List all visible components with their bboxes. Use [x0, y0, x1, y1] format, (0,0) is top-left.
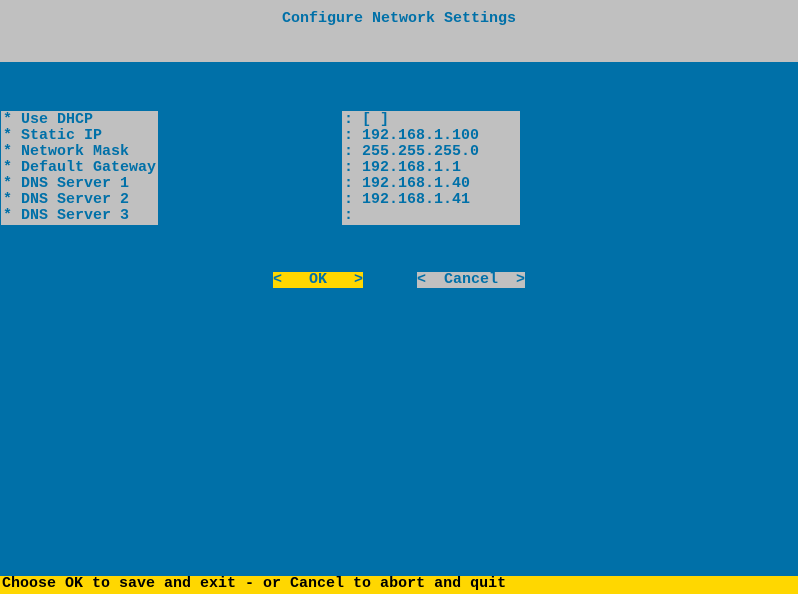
field-label: * Use DHCP	[3, 112, 156, 128]
page-title: Configure Network Settings	[282, 10, 516, 27]
main-area: * Use DHCP * Static IP * Network Mask * …	[0, 62, 798, 576]
button-row: < OK > < Cancel >	[0, 272, 798, 288]
field-value[interactable]: : 192.168.1.41	[344, 192, 518, 208]
field-value[interactable]: :	[344, 208, 518, 224]
ok-button[interactable]: < OK >	[273, 272, 363, 288]
field-label: * DNS Server 1	[3, 176, 156, 192]
field-value[interactable]: : 192.168.1.40	[344, 176, 518, 192]
values-panel: : [ ] : 192.168.1.100 : 255.255.255.0 : …	[342, 111, 520, 225]
field-label: * Network Mask	[3, 144, 156, 160]
field-label: * DNS Server 3	[3, 208, 156, 224]
field-label: * Static IP	[3, 128, 156, 144]
field-label: * DNS Server 2	[3, 192, 156, 208]
cancel-button[interactable]: < Cancel >	[417, 272, 525, 288]
footer-hint: Choose OK to save and exit - or Cancel t…	[0, 576, 798, 594]
labels-panel: * Use DHCP * Static IP * Network Mask * …	[1, 111, 158, 225]
field-value[interactable]: : 192.168.1.100	[344, 128, 518, 144]
field-value[interactable]: : 192.168.1.1	[344, 160, 518, 176]
header: Configure Network Settings	[0, 0, 798, 62]
field-value[interactable]: : [ ]	[344, 112, 518, 128]
field-value[interactable]: : 255.255.255.0	[344, 144, 518, 160]
field-label: * Default Gateway	[3, 160, 156, 176]
